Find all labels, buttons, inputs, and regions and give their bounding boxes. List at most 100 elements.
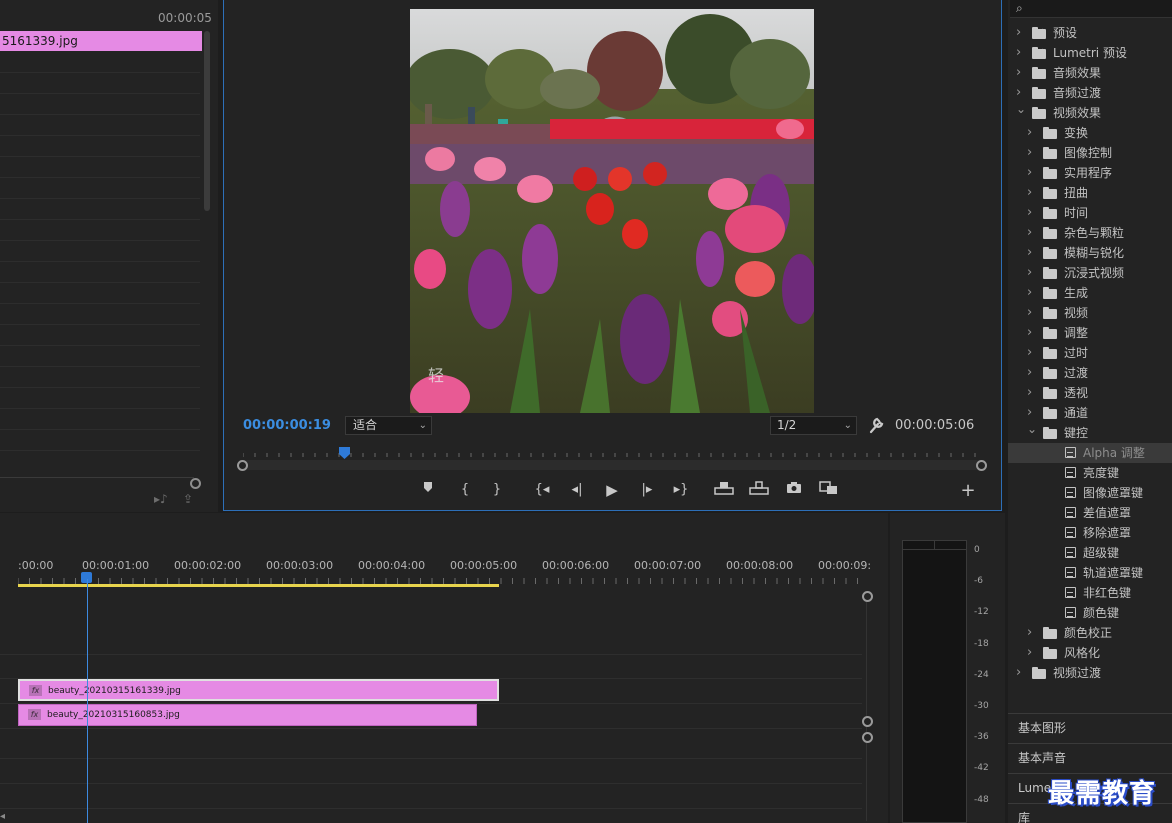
effect-item[interactable]: Alpha 调整 [1008,443,1172,463]
scroll-handle-top[interactable] [862,591,873,602]
extract-button[interactable] [748,481,770,499]
effect-folder[interactable]: › Lumetri 预设 [1008,42,1172,63]
effect-folder[interactable]: ⌄ 视频效果 [1008,102,1172,123]
chevron-right-icon[interactable]: › [1016,23,1021,43]
tab-essential-sound[interactable]: 基本声音 [1008,743,1172,771]
effect-folder[interactable]: › 扭曲 [1008,183,1172,203]
chevron-right-icon[interactable]: › [1016,43,1021,63]
program-playhead[interactable] [338,446,352,460]
effect-label: 过渡 [1064,366,1089,380]
effect-folder[interactable]: › 视频过渡 [1008,663,1172,683]
chevron-right-icon[interactable]: › [1027,143,1032,163]
source-vertical-scrollbar[interactable] [204,31,210,211]
chevron-right-icon[interactable]: › [1027,203,1032,223]
effect-item[interactable]: 移除遮罩 [1008,523,1172,543]
timeline-vertical-scrollbar[interactable] [866,601,867,821]
effect-item[interactable]: 亮度键 [1008,463,1172,483]
tab-essential-graphics[interactable]: 基本图形 [1008,713,1172,741]
source-horizontal-scrollbar[interactable] [0,477,194,491]
folder-icon [1043,247,1057,259]
effect-folder[interactable]: › 变换 [1008,123,1172,143]
effect-folder[interactable]: › 视频 [1008,303,1172,323]
work-area-bar[interactable] [18,584,499,587]
play-button[interactable]: ▶ [601,481,623,499]
effect-folder[interactable]: › 时间 [1008,203,1172,223]
mark-out-button[interactable]: } [486,481,508,499]
effect-folder[interactable]: › 透视 [1008,383,1172,403]
chevron-right-icon[interactable]: › [1016,663,1021,683]
chevron-right-icon[interactable]: › [1027,343,1032,363]
effect-folder[interactable]: › 沉浸式视频 [1008,263,1172,283]
scroll-handle-bottom[interactable] [862,716,873,727]
effect-item[interactable]: 轨道遮罩键 [1008,563,1172,583]
effect-label: 杂色与颗粒 [1064,226,1125,240]
effect-folder[interactable]: › 生成 [1008,283,1172,303]
effect-folder[interactable]: › 调整 [1008,323,1172,343]
chevron-down-icon[interactable]: ⌄ [1027,419,1037,439]
effect-folder[interactable]: › 过时 [1008,343,1172,363]
program-scrub-bar[interactable] [243,460,981,470]
chevron-right-icon[interactable]: › [1027,303,1032,323]
effect-folder[interactable]: › 图像控制 [1008,143,1172,163]
timeline-clip[interactable]: fx beauty_20210315161339.jpg [18,679,499,701]
effect-folder[interactable]: ⌄ 键控 [1008,422,1172,443]
effect-folder[interactable]: › 风格化 [1008,643,1172,663]
program-time-ruler[interactable] [243,445,981,457]
effect-folder[interactable]: › 实用程序 [1008,163,1172,183]
add-marker-button[interactable] [417,481,439,499]
scroll-handle-audio[interactable] [862,732,873,743]
wrench-icon[interactable] [868,416,884,434]
effect-item[interactable]: 超级键 [1008,543,1172,563]
effect-folder[interactable]: › 音频效果 [1008,63,1172,83]
step-forward-button[interactable]: |▸ [636,481,658,499]
chevron-right-icon[interactable]: › [1027,643,1032,663]
chevron-right-icon[interactable]: › [1027,223,1032,243]
music-note-icon[interactable]: ▸♪ [154,492,168,506]
scrub-start-handle[interactable] [237,460,248,471]
effect-folder[interactable]: › 杂色与颗粒 [1008,223,1172,243]
chevron-right-icon[interactable]: › [1027,363,1032,383]
chevron-right-icon[interactable]: › [1027,243,1032,263]
scrub-end-handle[interactable] [976,460,987,471]
chevron-right-icon[interactable]: › [1027,263,1032,283]
folder-icon [1043,427,1057,439]
effect-folder[interactable]: › 颜色校正 [1008,623,1172,643]
chevron-right-icon[interactable]: › [1027,163,1032,183]
chevron-right-icon[interactable]: › [1027,183,1032,203]
zoom-fit-dropdown[interactable]: 适合 ⌄ [345,416,432,435]
chevron-right-icon[interactable]: › [1027,123,1032,143]
export-icon[interactable]: ⇪ [183,492,193,506]
chevron-right-icon[interactable]: › [1027,623,1032,643]
scroll-left-icon[interactable]: ◂ [0,811,5,822]
go-to-out-button[interactable]: ▸} [670,481,692,499]
effect-folder[interactable]: › 过渡 [1008,363,1172,383]
effect-folder[interactable]: › 预设 [1008,22,1172,43]
current-timecode[interactable]: 00:00:00:19 [243,418,331,433]
chevron-right-icon[interactable]: › [1027,323,1032,343]
comparison-view-button[interactable] [818,481,840,499]
chevron-down-icon[interactable]: ⌄ [1016,99,1026,119]
playback-resolution-value: 1/2 [777,418,797,432]
track-divider [0,728,862,729]
export-frame-button[interactable] [783,481,805,499]
effect-item[interactable]: 图像遮罩键 [1008,483,1172,503]
effect-folder[interactable]: › 音频过渡 [1008,83,1172,103]
source-clip[interactable]: 5161339.jpg [0,31,202,51]
go-to-in-button[interactable]: {◂ [531,481,553,499]
effect-item[interactable]: 差值遮罩 [1008,503,1172,523]
lift-button[interactable] [713,481,735,499]
step-forward-icon: |▸ [641,482,653,497]
zoom-handle[interactable] [190,478,201,489]
effects-search-input[interactable] [1010,0,1172,18]
chevron-right-icon[interactable]: › [1027,283,1032,303]
effect-folder[interactable]: › 模糊与锐化 [1008,243,1172,263]
playback-resolution-dropdown[interactable]: 1/2 ⌄ [770,416,857,435]
step-back-button[interactable]: ◂| [566,481,588,499]
chevron-right-icon[interactable]: › [1027,383,1032,403]
mark-in-button[interactable]: { [454,481,476,499]
effect-item[interactable]: 颜色键 [1008,603,1172,623]
button-editor-add-button[interactable]: + [957,481,979,501]
timeline-ruler[interactable] [18,574,858,584]
chevron-right-icon[interactable]: › [1016,63,1021,83]
effect-item[interactable]: 非红色键 [1008,583,1172,603]
